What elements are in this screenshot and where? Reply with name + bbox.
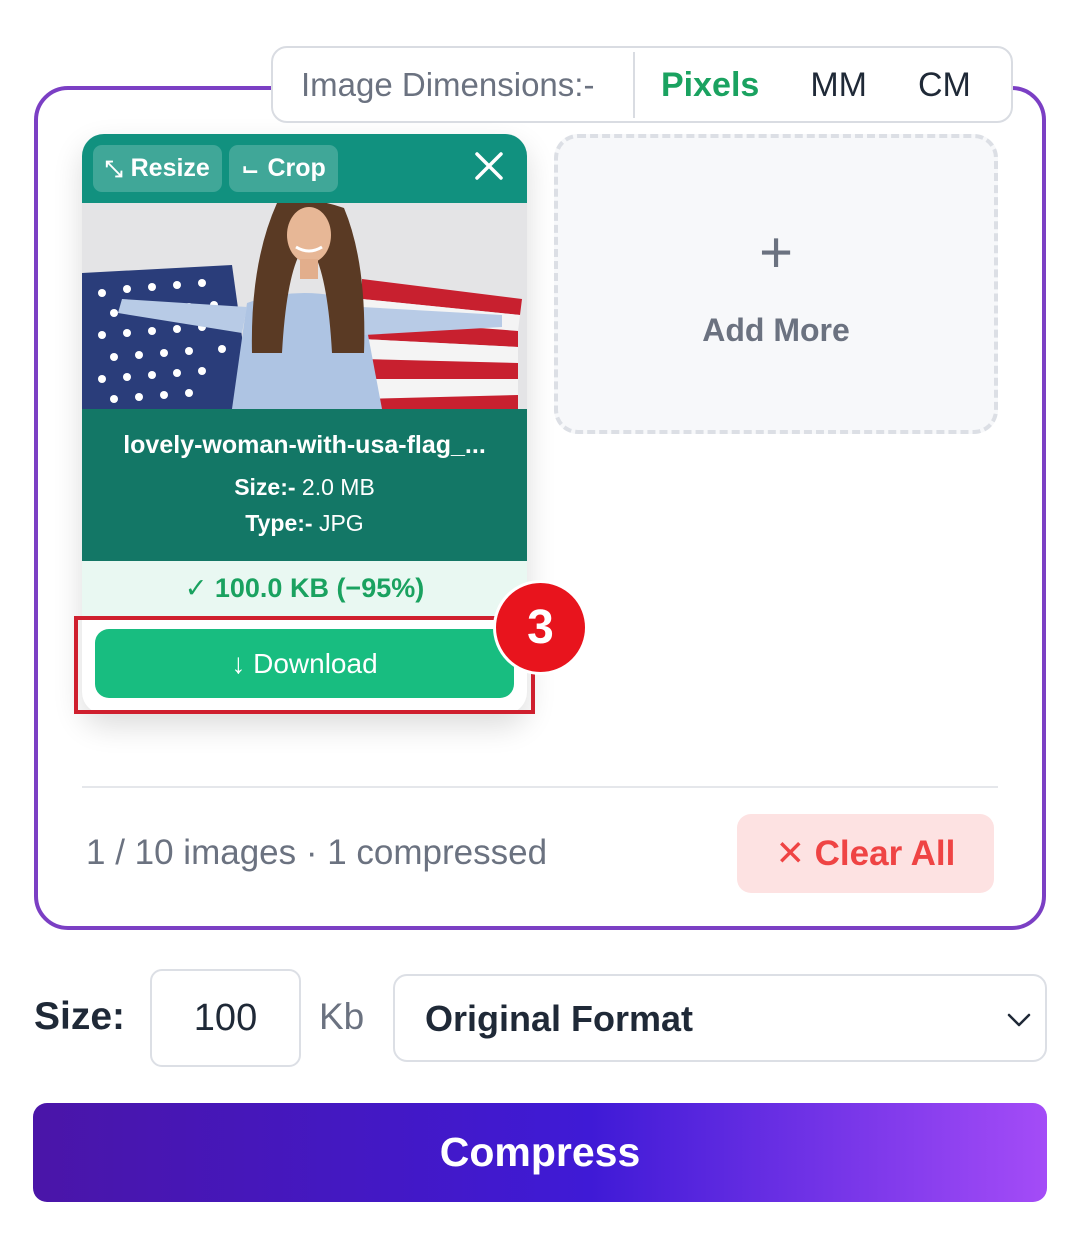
format-select[interactable]: Original Format: [393, 974, 1047, 1062]
compression-result: ✓ 100.0 KB (−95%): [82, 561, 527, 616]
image-preview: [82, 203, 527, 409]
file-type-label: Type:-: [245, 510, 313, 536]
unit-option-cm[interactable]: CM: [918, 52, 971, 118]
clear-all-button[interactable]: ✕ Clear All: [737, 814, 994, 893]
woman-with-flag-image: [82, 203, 527, 409]
format-select-value: Original Format: [425, 998, 694, 1039]
compress-button[interactable]: Compress: [33, 1103, 1047, 1202]
chevron-down-icon: [1007, 1013, 1031, 1027]
add-more-dropzone[interactable]: + Add More: [554, 134, 998, 434]
file-size-value: 2.0 MB: [301, 474, 375, 500]
unit-option-mm[interactable]: MM: [810, 52, 867, 118]
size-label: Size:: [34, 995, 126, 1038]
dimension-unit-selector: Image Dimensions:- Pixels MM CM: [271, 46, 1013, 123]
resize-icon: ⤡: [105, 156, 123, 181]
unit-option-pixels[interactable]: Pixels: [661, 52, 759, 118]
file-info: lovely-woman-with-usa-flag_... Size:- 2.…: [82, 409, 527, 561]
close-icon[interactable]: [471, 148, 507, 184]
file-name: lovely-woman-with-usa-flag_...: [123, 431, 486, 459]
size-unit: Kb: [319, 996, 365, 1037]
crop-icon: ⌙: [241, 156, 260, 181]
crop-button[interactable]: ⌙ Crop: [229, 145, 338, 192]
step-highlight-box: [74, 616, 535, 714]
resize-label: Resize: [130, 154, 210, 182]
step-number-badge: 3: [493, 580, 588, 675]
image-count-status: 1 / 10 images · 1 compressed: [86, 833, 548, 872]
dimension-label: Image Dimensions:-: [273, 51, 635, 118]
file-type-value: JPG: [318, 510, 364, 536]
file-size: Size:- 2.0 MB: [82, 474, 527, 501]
resize-button[interactable]: ⤡ Resize: [93, 145, 222, 192]
add-more-label: Add More: [702, 312, 850, 348]
target-size-input[interactable]: [150, 969, 301, 1067]
file-size-label: Size:-: [234, 474, 296, 500]
card-toolbar: ⤡ Resize ⌙ Crop: [82, 134, 527, 203]
crop-label: Crop: [267, 154, 326, 182]
file-type: Type:- JPG: [82, 510, 527, 537]
plus-icon: +: [759, 220, 793, 285]
divider: [82, 786, 998, 788]
